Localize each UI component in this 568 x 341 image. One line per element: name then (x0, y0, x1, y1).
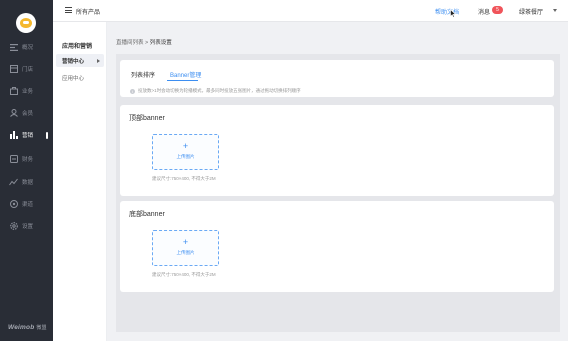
tabs-card: 列表排序 Banner管理 i 投放数>1时会动切换为轮播模式，最多同时投放五张… (120, 60, 554, 97)
bottom-banner-card: 底部banner + 上传图片 建议尺寸:750×400, 不得大于2M (120, 201, 554, 292)
main-nav-rail: 概况 门店 业务 会员 营销 财务 数据 渠道 设置 Weimob 微盟 (0, 0, 53, 341)
subnav-item-app-center[interactable]: 应用中心 (56, 71, 104, 84)
nav-item-data[interactable]: 数据 (0, 175, 53, 189)
brand-subname: 微盟 (36, 325, 47, 331)
nav-label: 门店 (22, 67, 34, 73)
store-switcher[interactable]: 绿茶餐厅 (519, 7, 543, 16)
upload-image-button[interactable]: + 上传图片 (152, 134, 219, 170)
secondary-sidebar: 应用和营销 营销中心 应用中心 (53, 22, 107, 341)
chevron-right-icon (97, 58, 100, 63)
nav-label: 营销 (22, 133, 34, 139)
nav-item-member[interactable]: 会员 (0, 106, 53, 120)
brand-name: Weimob (8, 324, 35, 331)
section-title: 顶部banner (129, 115, 165, 122)
nav-item-settings[interactable]: 设置 (0, 219, 53, 233)
messages-link[interactable]: 消息 (478, 7, 490, 16)
app-logo[interactable] (16, 13, 36, 33)
subnav-title: 应用和营销 (62, 44, 93, 50)
channel-icon (9, 200, 18, 209)
nav-label: 业务 (22, 89, 34, 95)
upload-label: 上传图片 (176, 250, 195, 255)
nav-label: 财务 (22, 157, 34, 163)
nav-item-overview[interactable]: 概况 (0, 40, 53, 54)
size-hint: 建议尺寸:750×400, 不得大于2M (152, 176, 216, 181)
top-bar: 所有产品 帮助文档 消息 5 绿茶餐厅 (53, 0, 568, 22)
tab-banner-manage[interactable]: Banner管理 (170, 70, 201, 79)
settings-icon (9, 222, 18, 231)
nav-item-marketing[interactable]: 营销 (0, 128, 53, 142)
breadcrumb-separator: > (145, 40, 149, 46)
finance-icon (9, 155, 18, 164)
tab-list-sort[interactable]: 列表排序 (131, 70, 155, 79)
size-hint: 建议尺寸:750×400, 不得大于2M (152, 272, 216, 277)
data-trend-icon (9, 178, 18, 187)
section-title: 底部banner (129, 211, 165, 218)
nav-item-store[interactable]: 门店 (0, 62, 53, 76)
breadcrumb: 直播间列表 > 列表设置 (116, 38, 172, 46)
breadcrumb-parent[interactable]: 直播间列表 (116, 40, 144, 46)
active-tab-underline (167, 80, 198, 81)
menu-icon[interactable] (65, 7, 72, 13)
nav-item-finance[interactable]: 财务 (0, 152, 53, 166)
mouse-cursor-icon (450, 9, 456, 18)
logo-icon (20, 18, 32, 28)
nav-label: 会员 (22, 111, 34, 117)
nav-label: 设置 (22, 224, 34, 230)
dashboard-icon (9, 43, 18, 52)
upload-label: 上传图片 (176, 154, 195, 159)
message-count-badge: 5 (492, 6, 503, 14)
nav-item-business[interactable]: 业务 (0, 84, 53, 98)
tip-notice: i 投放数>1时会动切换为轮播模式，最多同时投放五张图片，通过拖动切换排列顺序 (130, 88, 301, 94)
info-icon: i (130, 88, 135, 94)
member-icon (9, 109, 18, 118)
top-banner-card: 顶部banner + 上传图片 建议尺寸:750×400, 不得大于2M (120, 105, 554, 196)
all-products-link[interactable]: 所有产品 (76, 7, 100, 16)
brand-wordmark: Weimob 微盟 (8, 324, 47, 331)
store-icon (9, 65, 18, 74)
main-content: 列表排序 Banner管理 i 投放数>1时会动切换为轮播模式，最多同时投放五张… (116, 54, 560, 332)
chevron-down-icon[interactable] (553, 9, 557, 12)
plus-icon: + (182, 237, 189, 247)
nav-label: 渠道 (22, 202, 34, 208)
upload-image-button[interactable]: + 上传图片 (152, 230, 219, 266)
subnav-item-marketing-center[interactable]: 营销中心 (56, 54, 104, 67)
nav-label: 数据 (22, 180, 34, 186)
active-indicator (46, 131, 48, 139)
tip-text: 投放数>1时会动切换为轮播模式，最多同时投放五张图片，通过拖动切换排列顺序 (138, 88, 301, 93)
plus-icon: + (182, 141, 189, 151)
marketing-chart-icon (9, 131, 18, 140)
business-icon (9, 87, 18, 96)
nav-item-channel[interactable]: 渠道 (0, 197, 53, 211)
subnav-item-label: 应用中心 (62, 75, 85, 82)
breadcrumb-current: 列表设置 (149, 40, 172, 46)
subnav-item-label: 营销中心 (62, 58, 85, 65)
nav-label: 概况 (22, 45, 34, 51)
